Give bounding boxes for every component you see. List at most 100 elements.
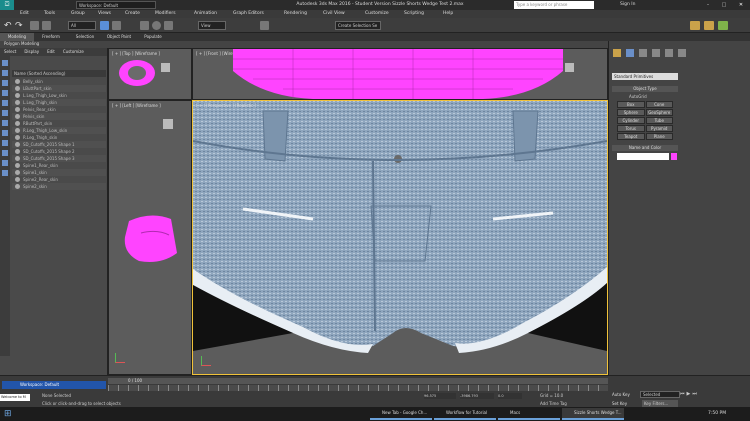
scene-list-item[interactable]: SD_Cutoffs_2015 Shape 1 bbox=[12, 141, 106, 148]
playback-controls[interactable]: ⏮ ▶ ⏭ bbox=[680, 391, 697, 397]
scene-list-header[interactable]: Name (Sorted Ascending) bbox=[12, 70, 106, 77]
taskbar-app-workflow[interactable]: Workflow for Tutorial bbox=[434, 408, 496, 420]
visibility-icon[interactable] bbox=[15, 149, 20, 154]
scale-icon[interactable] bbox=[164, 21, 173, 30]
scene-list-item[interactable]: Spine2_Rear_skin bbox=[12, 176, 106, 183]
close-icon[interactable]: ✕ bbox=[732, 0, 750, 10]
visibility-icon[interactable] bbox=[15, 156, 20, 161]
select-object-icon[interactable] bbox=[100, 21, 109, 30]
visibility-icon[interactable] bbox=[15, 177, 20, 182]
menu-item-help[interactable]: Help bbox=[443, 11, 453, 17]
unlink-icon[interactable] bbox=[42, 21, 51, 30]
ribbon-tab-populate[interactable]: Populate bbox=[136, 33, 170, 41]
modify-tab-icon[interactable] bbox=[626, 49, 634, 57]
search-input[interactable]: Type a keyword or phrase bbox=[514, 1, 594, 9]
rotate-icon[interactable] bbox=[152, 21, 161, 30]
taskbar-app-macs[interactable]: Macs bbox=[498, 408, 560, 420]
ribbon-tab-freeform[interactable]: Freeform bbox=[34, 33, 68, 41]
scene-list-item[interactable]: Pelvis_Rear_skin bbox=[12, 106, 106, 113]
snaps-icon[interactable] bbox=[260, 21, 269, 30]
scene-list-item[interactable]: R.Leg_Thigh_skin bbox=[12, 134, 106, 141]
start-icon[interactable]: ⊞ bbox=[4, 409, 14, 419]
ribbon-tab-modeling[interactable]: Modeling bbox=[0, 33, 34, 41]
menu-item-animation[interactable]: Animation bbox=[194, 11, 217, 17]
primitive-type-dropdown[interactable]: Standard Primitives bbox=[612, 73, 678, 80]
scene-tab-customize[interactable]: Customize bbox=[59, 48, 88, 56]
visibility-icon[interactable] bbox=[15, 79, 20, 84]
taskbar-app-3dsmax[interactable]: Sizzle Shorts Wedge T... bbox=[562, 408, 624, 420]
utilities-tab-icon[interactable] bbox=[678, 49, 686, 57]
primitive-plane-button[interactable]: Plane bbox=[645, 133, 673, 140]
ribbon-tab-selection[interactable]: Selection bbox=[68, 33, 102, 41]
time-slider[interactable]: 0 / 100 bbox=[108, 378, 608, 384]
visibility-icon[interactable] bbox=[15, 100, 20, 105]
scene-list-item[interactable]: Belly_skin bbox=[12, 78, 106, 85]
primitive-cylinder-button[interactable]: Cylinder bbox=[617, 117, 645, 124]
taskbar-app-chrome[interactable]: New Tab - Google Ch... bbox=[370, 408, 432, 420]
maxscript-listener[interactable]: Welcome to M bbox=[0, 394, 30, 401]
workspace-status[interactable]: Workspace: Default bbox=[2, 381, 106, 389]
viewport-top[interactable]: [ + ] [Top ] [Wireframe ] bbox=[108, 48, 192, 100]
scene-list-item[interactable]: R.Leg_Thigh_Low_skin bbox=[12, 127, 106, 134]
visibility-icon[interactable] bbox=[15, 170, 20, 175]
viewport-label-perspective[interactable]: [ + ] [Perspective ] [Realistic ] bbox=[196, 103, 256, 108]
menu-item-group[interactable]: Group bbox=[71, 11, 85, 17]
key-filters-button[interactable]: Key Filters... bbox=[642, 400, 678, 407]
app-logo[interactable]: ⛋ bbox=[0, 0, 14, 10]
menu-item-civil-view[interactable]: Civil View bbox=[323, 11, 345, 17]
goto-start-icon[interactable]: ⏮ bbox=[680, 391, 685, 397]
primitive-tube-button[interactable]: Tube bbox=[645, 117, 673, 124]
scene-list-item[interactable]: SD_Cutoffs_2015 Shape 2 bbox=[12, 148, 106, 155]
viewcube-left[interactable] bbox=[163, 119, 173, 129]
autogrid-checkbox[interactable]: AutoGrid bbox=[629, 94, 647, 99]
visibility-icon[interactable] bbox=[15, 163, 20, 168]
viewcube-top[interactable] bbox=[161, 63, 170, 72]
menu-item-customize[interactable]: Customize bbox=[365, 11, 389, 17]
menu-item-views[interactable]: Views bbox=[98, 11, 111, 17]
visibility-icon[interactable] bbox=[15, 114, 20, 119]
menu-item-scripting[interactable]: Scripting bbox=[404, 11, 424, 17]
menu-item-graph-editors[interactable]: Graph Editors bbox=[233, 11, 264, 17]
scene-list-item[interactable]: SD_Cutoffs_2015 Shape 3 bbox=[12, 155, 106, 162]
object-type-rollout[interactable]: Object Type bbox=[612, 86, 678, 92]
primitive-geosphere-button[interactable]: GeoSphere bbox=[645, 109, 673, 116]
name-and-color-rollout[interactable]: Name and Color bbox=[612, 145, 678, 151]
auto-key-button[interactable]: Auto Key bbox=[612, 391, 640, 398]
clock[interactable]: 7:50 PM bbox=[708, 409, 726, 419]
named-selection-dropdown[interactable]: Create Selection Se bbox=[335, 21, 381, 30]
menu-item-rendering[interactable]: Rendering bbox=[284, 11, 307, 17]
ribbon-tab-object-paint[interactable]: Object Paint bbox=[102, 33, 136, 41]
workspace-selector[interactable]: Workspace: Default bbox=[76, 1, 156, 9]
scene-list-item[interactable]: RButtPart_skin bbox=[12, 120, 106, 127]
timeline-ruler[interactable] bbox=[108, 385, 608, 391]
primitive-torus-button[interactable]: Torus bbox=[617, 125, 645, 132]
render-frame-icon[interactable] bbox=[704, 21, 714, 30]
visibility-icon[interactable] bbox=[15, 93, 20, 98]
select-link-icon[interactable] bbox=[30, 21, 39, 30]
primitive-sphere-button[interactable]: Sphere bbox=[617, 109, 645, 116]
visibility-icon[interactable] bbox=[15, 135, 20, 140]
viewport-label-left[interactable]: [ + ] [Left ] [Wireframe ] bbox=[112, 103, 161, 108]
ribbon-subtab[interactable]: Polygon Modeling bbox=[4, 41, 39, 47]
scene-list-item[interactable]: Pelvis_skin bbox=[12, 113, 106, 120]
maximize-icon[interactable]: □ bbox=[716, 0, 732, 10]
render-icon[interactable] bbox=[718, 21, 728, 30]
scene-tab-select[interactable]: Select bbox=[0, 48, 20, 56]
viewport-perspective[interactable]: [ + ] [Perspective ] [Realistic ] bbox=[192, 100, 608, 375]
visibility-icon[interactable] bbox=[15, 86, 20, 91]
reference-coord-dropdown[interactable]: View bbox=[198, 21, 226, 30]
add-time-tag[interactable]: Add Time Tag bbox=[540, 401, 567, 406]
menu-item-edit[interactable]: Edit bbox=[20, 11, 29, 17]
scene-list-item[interactable]: Spine1_Rear_skin bbox=[12, 162, 106, 169]
create-tab-icon[interactable] bbox=[613, 49, 621, 57]
sign-in-link[interactable]: Sign In bbox=[620, 1, 635, 9]
scene-list-item[interactable]: Spine2_skin bbox=[12, 183, 106, 190]
scene-tab-display[interactable]: Display bbox=[20, 48, 43, 56]
visibility-icon[interactable] bbox=[15, 142, 20, 147]
scene-tab-edit[interactable]: Edit bbox=[43, 48, 59, 56]
primitive-pyramid-button[interactable]: Pyramid bbox=[645, 125, 673, 132]
visibility-icon[interactable] bbox=[15, 107, 20, 112]
undo-icon[interactable]: ↶ bbox=[4, 21, 12, 31]
object-color-swatch[interactable] bbox=[671, 153, 677, 160]
menu-item-modifiers[interactable]: Modifiers bbox=[155, 11, 176, 17]
